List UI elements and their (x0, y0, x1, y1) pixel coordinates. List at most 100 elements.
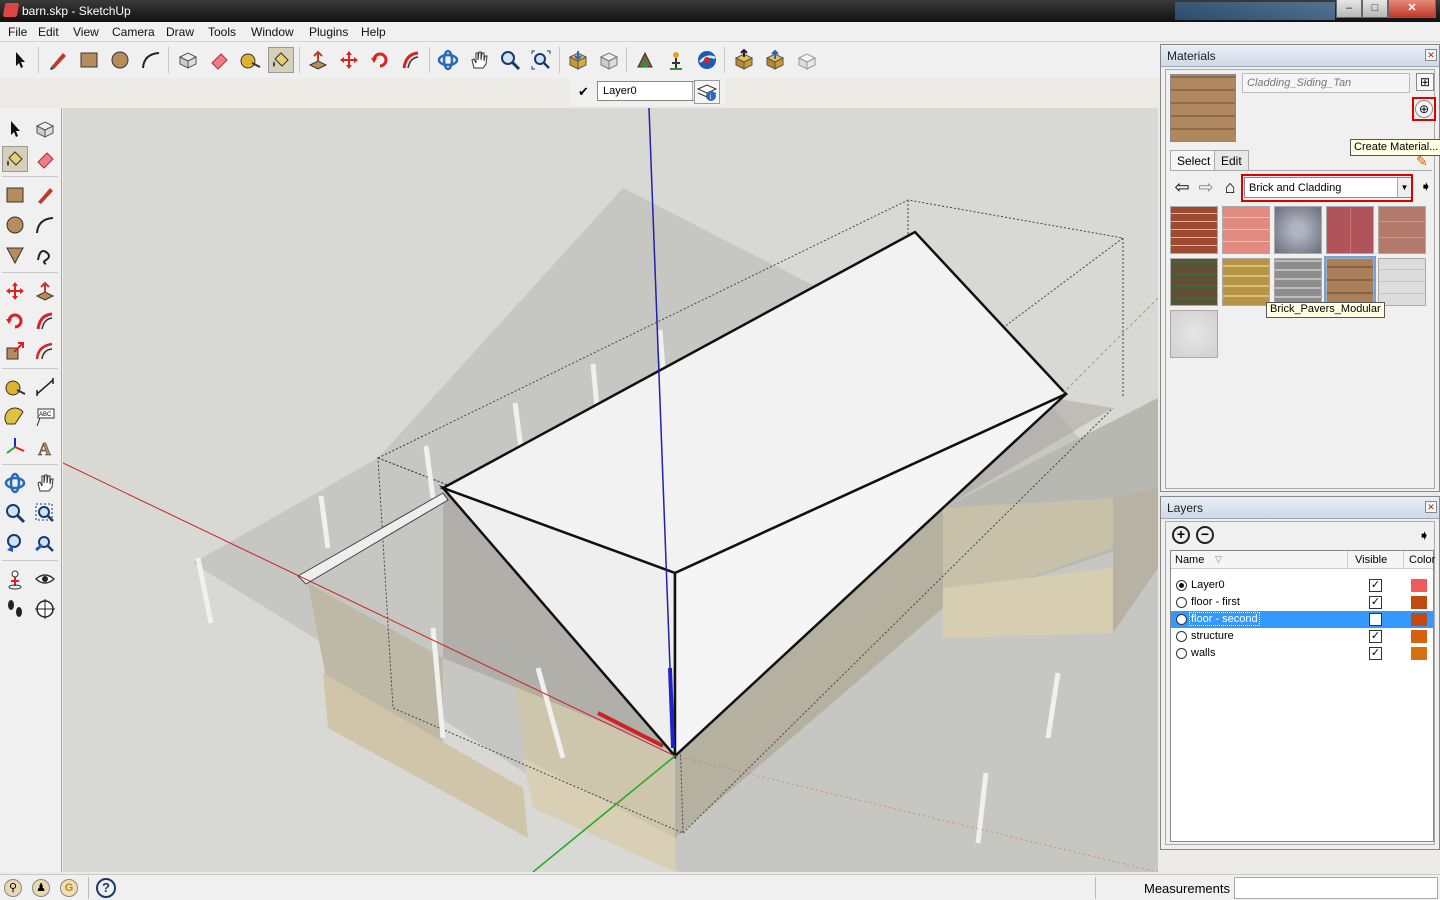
active-layer-radio[interactable] (1176, 597, 1187, 608)
get-models-button[interactable] (565, 47, 591, 73)
geo-location-icon[interactable]: ⚲ (4, 879, 22, 897)
freehand-tool-button[interactable] (32, 242, 58, 268)
layer-color-swatch[interactable] (1411, 596, 1427, 609)
active-layer-radio[interactable] (1176, 614, 1187, 625)
previous-view-button[interactable] (2, 530, 28, 556)
layer-visible-checkbox[interactable] (1369, 613, 1382, 626)
menu-edit[interactable]: Edit (38, 25, 59, 39)
circle-tool-button[interactable] (2, 212, 28, 238)
dimension-tool-button[interactable] (32, 374, 58, 400)
zoom-tool-button[interactable] (2, 500, 28, 526)
material-swatch[interactable] (1170, 258, 1218, 306)
select-tool-button[interactable] (7, 47, 33, 73)
minimize-button[interactable]: ‒ (1336, 0, 1362, 18)
move-tool-button[interactable] (2, 278, 28, 304)
get-photo-texture-button[interactable] (663, 47, 689, 73)
active-layer-radio[interactable] (1176, 648, 1187, 659)
menu-help[interactable]: Help (361, 25, 386, 39)
layer-visible-checkbox[interactable]: ✓ (1369, 579, 1382, 592)
active-layer-radio[interactable] (1176, 631, 1187, 642)
material-swatch[interactable] (1170, 310, 1218, 358)
menu-draw[interactable]: Draw (166, 25, 194, 39)
eraser-tool-button[interactable] (206, 47, 232, 73)
layer-visible-checkbox[interactable]: ✓ (1369, 596, 1382, 609)
rectangle-tool-button[interactable] (2, 182, 28, 208)
push-pull-tool-button[interactable] (305, 47, 331, 73)
offset-tool-button[interactable] (32, 338, 58, 364)
material-swatch[interactable] (1378, 258, 1426, 306)
layer-name[interactable]: Layer0 (1191, 579, 1225, 591)
help-icon[interactable]: ? (96, 878, 116, 898)
circle-tool-button[interactable] (107, 47, 133, 73)
walk-tool-button[interactable] (2, 596, 28, 622)
layer-visible-checkbox[interactable]: ✓ (1369, 630, 1382, 643)
model-info-button[interactable] (794, 47, 820, 73)
layer-color-swatch[interactable] (1411, 647, 1427, 660)
material-swatch[interactable] (1170, 206, 1218, 254)
layer-color-swatch[interactable] (1411, 579, 1427, 592)
layer-row[interactable]: floor - second (1171, 611, 1433, 628)
axes-tool-button[interactable] (2, 434, 28, 460)
share-model-button[interactable] (596, 47, 622, 73)
credits-icon[interactable]: ♟ (32, 879, 50, 897)
column-name[interactable]: Name (1175, 554, 1204, 566)
pencil-tool-button[interactable] (45, 47, 71, 73)
user-sign-in-icon[interactable]: G (60, 879, 78, 897)
close-materials-panel-button[interactable]: ✕ (1425, 49, 1437, 61)
make-component-button[interactable] (175, 47, 201, 73)
layer-name[interactable]: structure (1191, 630, 1234, 642)
move-tool-button[interactable] (336, 47, 362, 73)
measurements-input[interactable] (1234, 877, 1438, 899)
column-visible[interactable]: Visible (1355, 554, 1387, 566)
preview-button[interactable] (762, 47, 788, 73)
eraser-tool-button[interactable] (32, 146, 58, 172)
rectangle-tool-button[interactable] (76, 47, 102, 73)
layer-color-swatch[interactable] (1411, 613, 1427, 626)
layer-name[interactable]: walls (1191, 647, 1215, 659)
make-component-button[interactable] (32, 116, 58, 142)
tab-edit[interactable]: Edit (1214, 150, 1249, 170)
look-around-tool-button[interactable] (32, 566, 58, 592)
layer-manager-button[interactable]: i (694, 80, 720, 104)
arc-tool-button[interactable] (138, 47, 164, 73)
scale-tool-button[interactable] (2, 338, 28, 364)
menu-camera[interactable]: Camera (112, 25, 155, 39)
model-viewport[interactable] (63, 108, 1158, 872)
delete-layer-button[interactable]: − (1196, 526, 1214, 544)
pan-tool-button[interactable] (32, 470, 58, 496)
send-to-layout-button[interactable] (731, 47, 757, 73)
active-layer-radio[interactable] (1176, 580, 1187, 591)
zoom-extents-tool-button[interactable] (32, 530, 58, 556)
layer-row[interactable]: Layer0 ✓ (1171, 577, 1433, 594)
details-arrow-icon[interactable]: ➧ (1420, 178, 1434, 198)
follow-me-tool-button[interactable] (398, 47, 424, 73)
material-swatch-selected[interactable] (1324, 256, 1376, 308)
paint-bucket-tool-button[interactable] (2, 146, 28, 172)
close-layers-panel-button[interactable]: ✕ (1425, 501, 1437, 513)
layer-visible-checkbox[interactable]: ✓ (1369, 647, 1382, 660)
close-button[interactable]: ✕ (1388, 0, 1436, 18)
material-swatch[interactable] (1326, 206, 1374, 254)
menu-file[interactable]: File (8, 25, 27, 39)
share-component-button[interactable] (632, 47, 658, 73)
zoom-window-tool-button[interactable] (32, 500, 58, 526)
layer-row[interactable]: structure ✓ (1171, 628, 1433, 645)
text-tool-button[interactable]: ABC (32, 404, 58, 430)
rotate-tool-button[interactable] (2, 308, 28, 334)
zoom-tool-button[interactable] (497, 47, 523, 73)
add-layer-button[interactable]: + (1172, 526, 1190, 544)
maximize-button[interactable]: □ (1362, 0, 1388, 18)
column-color[interactable]: Color (1409, 554, 1435, 566)
material-swatch[interactable] (1222, 206, 1270, 254)
menu-tools[interactable]: Tools (208, 25, 236, 39)
menu-view[interactable]: View (73, 25, 99, 39)
tape-measure-tool-button[interactable] (2, 374, 28, 400)
tab-select[interactable]: Select (1170, 150, 1218, 170)
display-secondary-selection-button[interactable]: ⊞ (1416, 73, 1434, 91)
current-layer-dropdown[interactable]: Layer0 ▼ (597, 81, 707, 101)
layer-name[interactable]: floor - second (1189, 612, 1260, 626)
forward-arrow-icon[interactable]: ⇨ (1196, 178, 1216, 198)
layer-name[interactable]: floor - first (1191, 596, 1240, 608)
material-swatch[interactable] (1274, 206, 1322, 254)
rotate-tool-button[interactable] (367, 47, 393, 73)
